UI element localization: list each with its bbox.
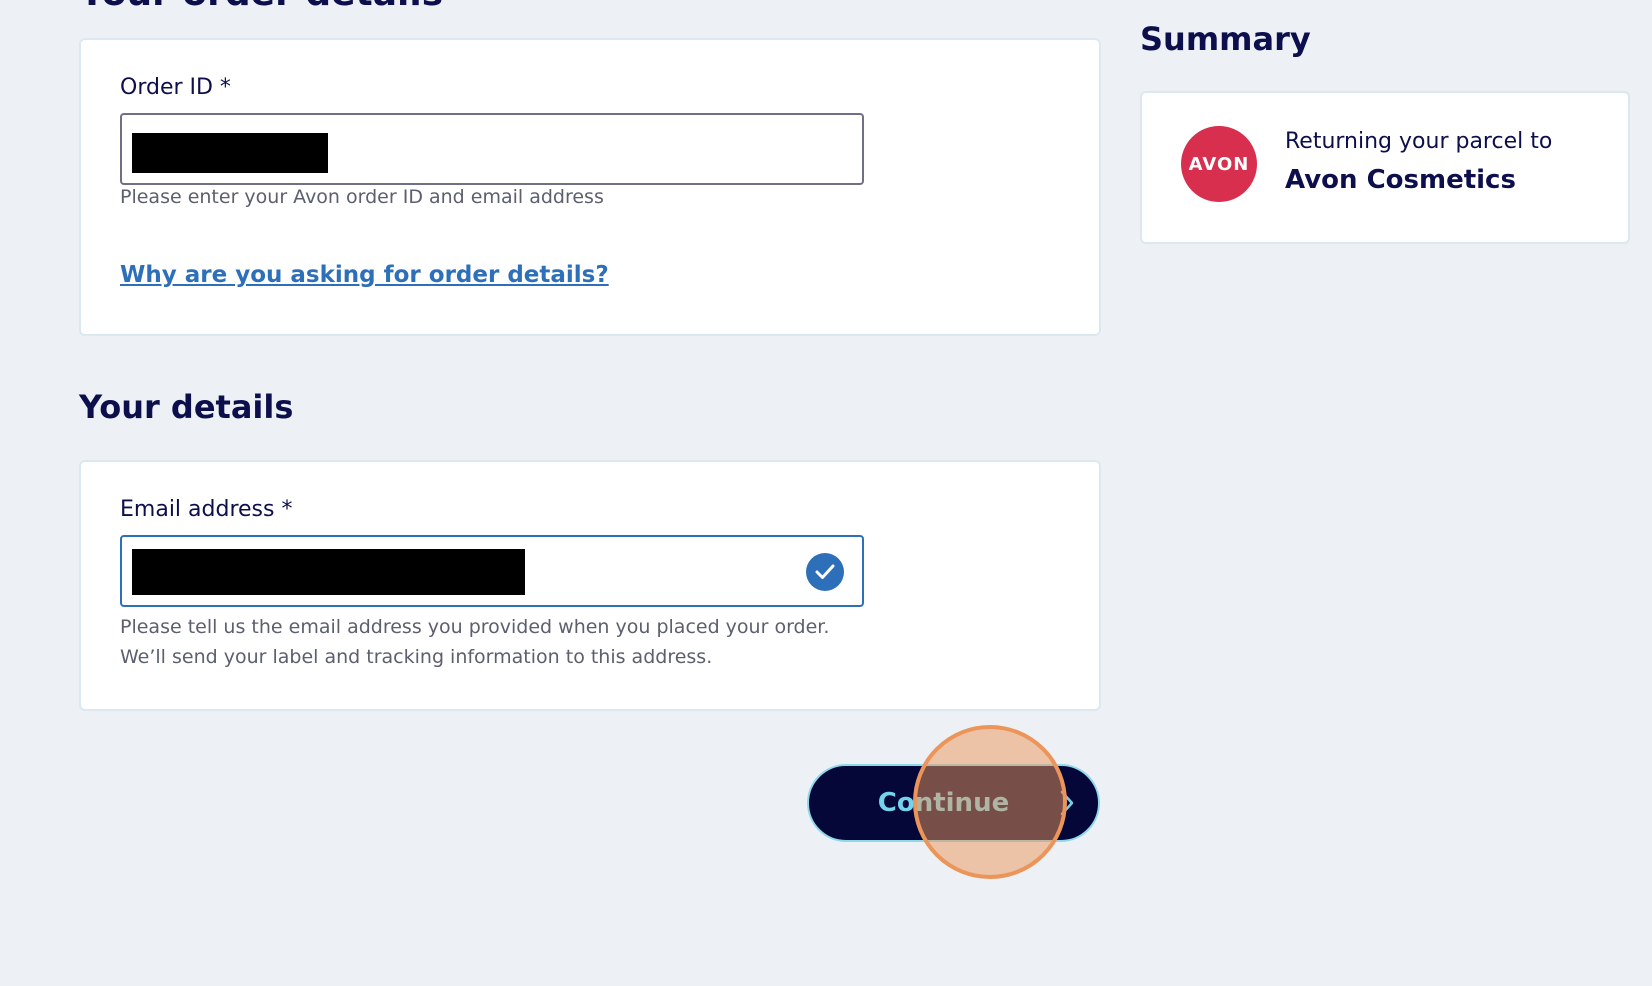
redacted-email [132, 549, 525, 595]
email-field[interactable] [120, 535, 864, 607]
email-hint-line1: Please tell us the email address you pro… [120, 616, 830, 638]
order-details-heading: Your order details [79, 0, 443, 14]
retailer-name: Avon Cosmetics [1285, 165, 1516, 195]
order-id-label: Order ID * [120, 75, 231, 100]
check-circle-icon [806, 553, 844, 591]
continue-button[interactable]: Continue [807, 764, 1100, 842]
email-hint-line2: We’ll send your label and tracking infor… [120, 646, 713, 668]
email-label: Email address * [120, 497, 293, 522]
your-details-card: Email address * Please tell us the email… [79, 460, 1101, 711]
avon-logo-text: AVON [1188, 153, 1250, 175]
order-id-input[interactable] [120, 113, 864, 185]
summary-card: AVON Returning your parcel to Avon Cosme… [1140, 91, 1630, 244]
summary-heading: Summary [1140, 20, 1311, 58]
continue-button-label: Continue [877, 788, 1010, 818]
your-details-heading: Your details [79, 388, 294, 426]
order-details-card: Order ID * Please enter your Avon order … [79, 38, 1101, 336]
avon-logo: AVON [1181, 126, 1257, 202]
redacted-order-id [132, 133, 328, 173]
chevron-right-icon [1060, 790, 1074, 816]
returning-text: Returning your parcel to [1285, 129, 1553, 154]
why-order-details-link[interactable]: Why are you asking for order details? [120, 262, 609, 288]
order-id-hint: Please enter your Avon order ID and emai… [120, 186, 604, 208]
